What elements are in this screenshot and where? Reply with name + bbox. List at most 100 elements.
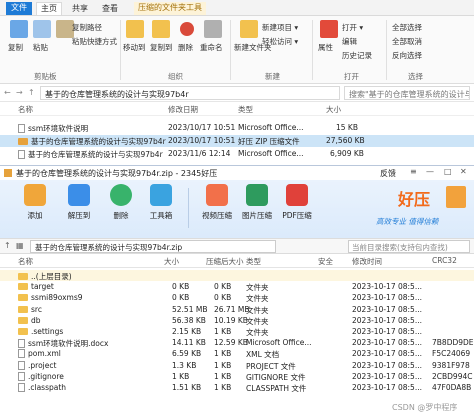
file-row[interactable]: ssm环境软件说明 2023/10/17 10:51 Microsoft Off… bbox=[0, 122, 474, 134]
archive-name-cell: pom.xml bbox=[18, 349, 61, 359]
view-mode-icon[interactable]: ▦ bbox=[16, 241, 24, 250]
copy-path-button[interactable]: 复制路径 bbox=[72, 22, 102, 33]
history-button[interactable]: 历史记录 bbox=[342, 50, 372, 61]
archive-search-field[interactable]: 当前目录搜索(支持包内查找) bbox=[348, 240, 470, 253]
edit-button[interactable]: 编辑 bbox=[342, 36, 357, 47]
properties-button[interactable]: 属性 bbox=[318, 42, 333, 53]
copy-to-icon[interactable] bbox=[152, 20, 170, 38]
archive-row[interactable]: .classpath 1.51 KB 1 KB CLASSPATH 文件 2023-10… bbox=[0, 382, 474, 393]
select-all-button[interactable]: 全部选择 bbox=[392, 22, 422, 33]
tab-home[interactable]: 主页 bbox=[36, 2, 62, 15]
column-security[interactable]: 安全 bbox=[318, 256, 333, 267]
column-type[interactable]: 类型 bbox=[246, 256, 261, 267]
tab-compressed-tools[interactable]: 压缩的文件夹工具 bbox=[134, 2, 206, 15]
move-to-button[interactable]: 移动到 bbox=[123, 42, 146, 53]
ribbon-tab-bar: 文件 主页 共享 查看 压缩的文件夹工具 bbox=[0, 0, 474, 16]
archive-row[interactable]: ssm环境软件说明.docx 14.11 KB 12.59 KB Microsoft … bbox=[0, 337, 474, 349]
column-packed[interactable]: 压缩后大小 bbox=[206, 256, 244, 267]
address-field[interactable]: 基于的仓库管理系统的设计与实现97b4r bbox=[40, 86, 340, 100]
column-name[interactable]: 名称 bbox=[18, 256, 33, 267]
archive-row[interactable]: ssmi89oxms9 0 KB 0 KB 文件夹 2023-10-17 08:5... bbox=[0, 292, 474, 303]
archive-size-cell: 2.15 KB bbox=[172, 327, 202, 336]
image-compress-button[interactable]: 图片压缩 bbox=[240, 184, 274, 221]
column-size[interactable]: 大小 bbox=[326, 104, 341, 115]
copy-to-button[interactable]: 复制到 bbox=[150, 42, 173, 53]
copy-button[interactable]: 复制 bbox=[8, 42, 23, 53]
file-type: Microsoft Office... bbox=[238, 149, 304, 158]
up-arrow-icon[interactable]: ↑ bbox=[28, 88, 35, 97]
add-button[interactable]: 添加 bbox=[18, 184, 52, 221]
archive-item-name: .gitignore bbox=[28, 371, 64, 381]
file-row-selected[interactable]: 基于的仓库管理系统的设计与实现97b4r 2023/10/17 10:51 好压… bbox=[0, 135, 474, 147]
new-folder-icon[interactable] bbox=[240, 20, 258, 38]
minimize-icon[interactable]: — bbox=[426, 167, 434, 176]
archive-name-cell: .classpath bbox=[18, 383, 66, 392]
select-group-label: 选择 bbox=[408, 72, 423, 81]
close-icon[interactable]: ✕ bbox=[460, 167, 467, 176]
archive-row[interactable]: .project 1.3 KB 1 KB PROJECT 文件 2023-10-17 0… bbox=[0, 360, 474, 371]
rename-button[interactable]: 重命名 bbox=[200, 42, 223, 53]
archive-row[interactable]: .gitignore 1 KB 1 KB GITIGNORE 文件 2023-10-17… bbox=[0, 371, 474, 382]
archive-packed-cell: 1 KB bbox=[214, 349, 232, 359]
column-modified[interactable]: 修改时间 bbox=[352, 256, 382, 267]
divider bbox=[230, 20, 231, 80]
archive-search-placeholder: 当前目录搜索(支持包内查找) bbox=[352, 243, 448, 252]
file-name: 基于的仓库管理系统的设计与实现97b4r bbox=[28, 150, 163, 159]
archive-path-field[interactable]: 基于的仓库管理系统的设计与实现97b4r.zip bbox=[30, 240, 276, 253]
maximize-icon[interactable]: □ bbox=[444, 167, 452, 176]
menu-icon[interactable]: ≡ bbox=[410, 167, 417, 176]
forward-arrow-icon[interactable]: → bbox=[16, 88, 23, 97]
archive-row[interactable]: pom.xml 6.59 KB 1 KB XML 文档 2023-10-17 08:5.… bbox=[0, 348, 474, 359]
ribbon: 复制 粘贴 复制路径 粘贴快捷方式 剪贴板 移动到 复制到 删除 重命名 组织 … bbox=[0, 16, 474, 84]
archive-row[interactable]: db 56.38 KB 10.19 KB 文件夹 2023-10-17 08:5... bbox=[0, 315, 474, 326]
up-folder-icon[interactable]: ↑ bbox=[4, 241, 11, 250]
tab-file[interactable]: 文件 bbox=[6, 2, 32, 15]
pdf-compress-button[interactable]: PDF压缩 bbox=[280, 184, 314, 221]
column-name[interactable]: 名称 bbox=[18, 104, 33, 115]
feedback-link[interactable]: 反馈 bbox=[380, 168, 396, 179]
open-group-label: 打开 bbox=[344, 72, 359, 81]
invert-selection-button[interactable]: 反向选择 bbox=[392, 50, 422, 61]
column-type[interactable]: 类型 bbox=[238, 104, 253, 115]
archive-modified-cell: 2023-10-17 08:5... bbox=[352, 327, 422, 336]
open-button[interactable]: 打开 ▾ bbox=[342, 22, 363, 33]
new-item-button[interactable]: 新建项目 ▾ bbox=[262, 22, 298, 33]
toolbox-button[interactable]: 工具箱 bbox=[144, 184, 178, 221]
copy-icon[interactable] bbox=[33, 20, 51, 38]
properties-icon[interactable] bbox=[320, 20, 338, 38]
delete-button[interactable]: 删除 bbox=[178, 42, 193, 53]
archive-row[interactable]: target 0 KB 0 KB 文件夹 2023-10-17 08:5... bbox=[0, 281, 474, 292]
file-row[interactable]: 基于的仓库管理系统的设计与实现97b4r 2023/11/6 12:14 Mic… bbox=[0, 148, 474, 160]
search-field[interactable]: 搜索"基于的仓库管理系统的设计与实现97b4r" bbox=[344, 86, 470, 100]
video-compress-button[interactable]: 视频压缩 bbox=[200, 184, 234, 221]
archive-row[interactable]: src 52.51 MB 26.71 MB 文件夹 2023-10-17 08:5... bbox=[0, 304, 474, 315]
haozip-logo-icon bbox=[4, 169, 12, 177]
file-size: 6,909 KB bbox=[330, 149, 364, 158]
extract-to-button[interactable]: 解压到 bbox=[62, 184, 96, 221]
column-crc[interactable]: CRC32 bbox=[432, 256, 457, 265]
paste-button[interactable]: 粘贴 bbox=[33, 42, 48, 53]
archive-row[interactable]: ..(上层目录) bbox=[0, 270, 474, 281]
easy-access-button[interactable]: 轻松访问 ▾ bbox=[262, 36, 298, 47]
image-compress-label: 图片压缩 bbox=[242, 211, 272, 220]
pin-icon[interactable] bbox=[10, 20, 28, 38]
delete-archive-item-button[interactable]: 删除 bbox=[104, 184, 138, 221]
archive-name-cell: .settings bbox=[18, 327, 63, 336]
column-date[interactable]: 修改日期 bbox=[168, 104, 198, 115]
archive-packed-cell: 26.71 MB bbox=[214, 304, 250, 314]
archive-row[interactable]: .settings 2.15 KB 1 KB 文件夹 2023-10-17 08:5..… bbox=[0, 326, 474, 337]
column-size[interactable]: 大小 bbox=[164, 256, 179, 267]
archive-modified-cell: 2023-10-17 08:5... bbox=[352, 383, 422, 392]
archive-item-name: ssmi89oxms9 bbox=[31, 293, 83, 303]
tab-view[interactable]: 查看 bbox=[102, 3, 118, 14]
tab-share[interactable]: 共享 bbox=[72, 3, 88, 14]
move-to-icon[interactable] bbox=[126, 20, 144, 38]
rename-icon[interactable] bbox=[204, 20, 222, 38]
file-name: 基于的仓库管理系统的设计与实现97b4r bbox=[31, 137, 166, 146]
archive-crc-cell: 9381F978 bbox=[432, 360, 470, 370]
paste-shortcut-button[interactable]: 粘贴快捷方式 bbox=[72, 36, 117, 47]
delete-icon[interactable] bbox=[180, 22, 194, 36]
archive-packed-cell: 1 KB bbox=[214, 360, 232, 370]
back-arrow-icon[interactable]: ← bbox=[4, 88, 11, 97]
select-none-button[interactable]: 全部取消 bbox=[392, 36, 422, 47]
